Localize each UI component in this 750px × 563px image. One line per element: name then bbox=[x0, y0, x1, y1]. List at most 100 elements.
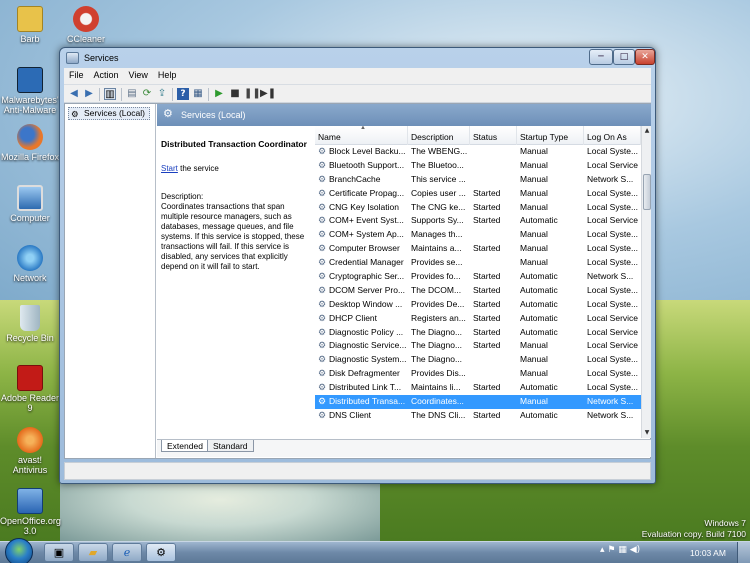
cell-desc: Copies user ... bbox=[411, 187, 466, 198]
desktop-icon-barb[interactable]: Barb bbox=[0, 6, 60, 44]
service-row[interactable]: ⚙ Cryptographic Ser... Provides fo... Start… bbox=[315, 270, 641, 284]
extended-description-pane: Distributed Transaction Coordinator Star… bbox=[161, 130, 313, 440]
close-button[interactable]: ✕ bbox=[635, 49, 655, 65]
gear-icon: ⚙ bbox=[318, 284, 327, 295]
services-list[interactable]: Name ▲ Description Status Startup Type Lo… bbox=[315, 126, 651, 438]
service-row[interactable]: ⚙ BranchCache This service ... Manual Networ… bbox=[315, 173, 641, 187]
cell-desc: The DNS Cli... bbox=[411, 409, 466, 420]
service-row[interactable]: ⚙ Credential Manager Provides se... Manual L… bbox=[315, 256, 641, 270]
menu-view[interactable]: View bbox=[124, 68, 153, 80]
panel-header: ⚙ Services (Local) bbox=[157, 104, 651, 126]
cell-desc: The Bluetoo... bbox=[411, 159, 464, 170]
service-row[interactable]: ⚙ DHCP Client Registers an... Started Automa… bbox=[315, 312, 641, 326]
column-header-status[interactable]: Status bbox=[470, 126, 517, 145]
desktop-icon-malwarebytes[interactable]: Malwarebytes' Anti-Malware bbox=[0, 67, 60, 115]
tray-expand-icon[interactable]: ▴ bbox=[600, 545, 605, 555]
show-hide-tree-icon[interactable]: ▥ bbox=[104, 88, 116, 100]
services-window[interactable]: Services ─ □ ✕ File Action View Help ◀ ▶ ▥ … bbox=[59, 47, 656, 484]
service-row[interactable]: ⚙ Certificate Propag... Copies user ... Sta… bbox=[315, 187, 641, 201]
desktop-icon-firefox[interactable]: Mozilla Firefox bbox=[0, 124, 60, 162]
help-icon[interactable]: ? bbox=[177, 88, 189, 100]
start-service-icon[interactable]: ▶ bbox=[213, 88, 225, 100]
folder-icon[interactable]: ▰ bbox=[78, 543, 108, 562]
export-list-icon[interactable]: ⇪ bbox=[156, 88, 168, 100]
desktop-icon-network[interactable]: Network bbox=[0, 245, 60, 283]
stop-service-icon[interactable]: ■ bbox=[229, 88, 241, 100]
scrollbar-thumb[interactable] bbox=[643, 174, 651, 210]
service-row[interactable]: ⚙ COM+ System Ap... Manages th... Manual Loc… bbox=[315, 228, 641, 242]
desktop-icon-adobe-reader[interactable]: Adobe Reader 9 bbox=[0, 365, 60, 413]
service-row[interactable]: ⚙ Bluetooth Support... The Bluetoo... Manua… bbox=[315, 159, 641, 173]
tab-extended[interactable]: Extended bbox=[161, 440, 209, 452]
cell-desc: Maintains li... bbox=[411, 382, 461, 393]
minimize-button[interactable]: ─ bbox=[589, 49, 613, 65]
service-row[interactable]: ⚙ DNS Client The DNS Cli... Started Automati… bbox=[315, 409, 641, 423]
desktop-icon-ccleaner[interactable]: CCleaner bbox=[56, 6, 116, 44]
column-header-name[interactable]: Name ▲ bbox=[315, 126, 408, 145]
service-row[interactable]: ⚙ Diagnostic Policy ... The Diagno... Start… bbox=[315, 326, 641, 340]
refresh-icon[interactable]: ⟳ bbox=[141, 88, 153, 100]
service-row[interactable]: ⚙ Distributed Transa... Coordinates... Manu… bbox=[315, 395, 641, 409]
cell-desc: The WBENG... bbox=[411, 146, 468, 156]
service-row[interactable]: ⚙ Disk Defragmenter Provides Dis... Manual L… bbox=[315, 367, 641, 381]
gear-icon: ⚙ bbox=[318, 243, 327, 254]
cell-logon: Local Syste... bbox=[587, 146, 639, 156]
network-tray-icon[interactable]: ▦ bbox=[618, 545, 627, 555]
column-header-log-on-as[interactable]: Log On As bbox=[584, 126, 641, 145]
service-row[interactable]: ⚙ Distributed Link T... Maintains li... Sta… bbox=[315, 381, 641, 395]
internet-explorer-icon[interactable]: ℯ bbox=[112, 543, 142, 562]
services-taskbar-icon[interactable]: ⚙ bbox=[146, 543, 176, 562]
service-row[interactable]: ⚙ COM+ Event Syst... Supports Sy... Started… bbox=[315, 214, 641, 228]
start-button[interactable] bbox=[5, 538, 33, 563]
pause-service-icon[interactable]: ❚❚ bbox=[244, 88, 261, 100]
cell-status: Started bbox=[473, 312, 501, 323]
explorer-icon[interactable]: ▣ bbox=[44, 543, 74, 562]
service-row[interactable]: ⚙ DCOM Server Pro... The DCOM... Started Aut… bbox=[315, 284, 641, 298]
service-row[interactable]: ⚙ Block Level Backu... The WBENG... Manual L… bbox=[315, 145, 641, 159]
tab-standard[interactable]: Standard bbox=[207, 440, 254, 452]
panel-title: Services (Local) bbox=[181, 110, 246, 120]
cell-startup: Manual bbox=[520, 340, 548, 351]
menu-action[interactable]: Action bbox=[89, 68, 124, 80]
toolbar-separator bbox=[99, 88, 100, 101]
column-header-startup-type[interactable]: Startup Type bbox=[517, 126, 584, 145]
menu-help[interactable]: Help bbox=[153, 68, 182, 80]
action-center-flag-icon[interactable]: ⚑ bbox=[607, 545, 615, 555]
cell-status: Started bbox=[473, 326, 501, 337]
service-row[interactable]: ⚙ Desktop Window ... Provides De... Started… bbox=[315, 298, 641, 312]
cell-name: Diagnostic Service... bbox=[329, 340, 407, 351]
restart-service-icon[interactable]: ▶❚ bbox=[260, 88, 276, 100]
forward-arrow-icon[interactable]: ▶ bbox=[83, 88, 95, 100]
desktop-icon-computer[interactable]: Computer bbox=[0, 185, 60, 223]
properties-pane-icon[interactable]: ▦ bbox=[192, 88, 204, 100]
toolbar: ◀ ▶ ▥ ▤ ⟳ ⇪ ? ▦ ▶ ■ ❚❚ ▶❚ bbox=[64, 84, 651, 103]
service-row[interactable]: ⚙ Computer Browser Maintains a... Started Ma… bbox=[315, 242, 641, 256]
gear-icon: ⚙ bbox=[318, 229, 327, 240]
desktop-icon-avast[interactable]: avast! Antivirus bbox=[0, 427, 60, 475]
properties-icon[interactable]: ▤ bbox=[126, 88, 138, 100]
vertical-scrollbar[interactable]: ▲ ▼ bbox=[641, 126, 651, 438]
title-bar[interactable]: Services ─ □ ✕ bbox=[60, 48, 655, 68]
network-icon bbox=[17, 245, 43, 271]
column-header-description[interactable]: Description bbox=[408, 126, 470, 145]
desktop-icon-openoffice[interactable]: OpenOffice.org 3.0 bbox=[0, 488, 61, 536]
cell-startup: Manual bbox=[520, 257, 548, 268]
menu-file[interactable]: File bbox=[64, 68, 89, 80]
desktop-icon-recycle-bin[interactable]: Recycle Bin bbox=[0, 305, 60, 343]
scroll-down-icon[interactable]: ▼ bbox=[642, 428, 651, 438]
volume-icon[interactable]: ◀) bbox=[630, 545, 640, 555]
back-arrow-icon[interactable]: ◀ bbox=[68, 88, 80, 100]
cell-logon: Local Syste... bbox=[587, 201, 639, 212]
cell-logon: Local Service bbox=[587, 326, 639, 337]
start-service-link[interactable]: Start bbox=[161, 164, 178, 173]
maximize-button[interactable]: □ bbox=[613, 49, 635, 65]
service-row[interactable]: ⚙ Diagnostic Service... The Diagno... Start… bbox=[315, 339, 641, 353]
service-row[interactable]: ⚙ CNG Key Isolation The CNG ke... Started Ma… bbox=[315, 201, 641, 215]
show-desktop-button[interactable] bbox=[737, 542, 750, 563]
cell-startup: Manual bbox=[520, 146, 548, 156]
clock[interactable]: 10:03 AM bbox=[690, 548, 726, 558]
service-row[interactable]: ⚙ Diagnostic System... The Diagno... Manual… bbox=[315, 353, 641, 367]
selected-service-name: Distributed Transaction Coordinator bbox=[161, 139, 307, 149]
scroll-up-icon[interactable]: ▲ bbox=[642, 126, 651, 136]
tree-item-services-local[interactable]: ⚙ Services (Local) bbox=[68, 107, 150, 120]
